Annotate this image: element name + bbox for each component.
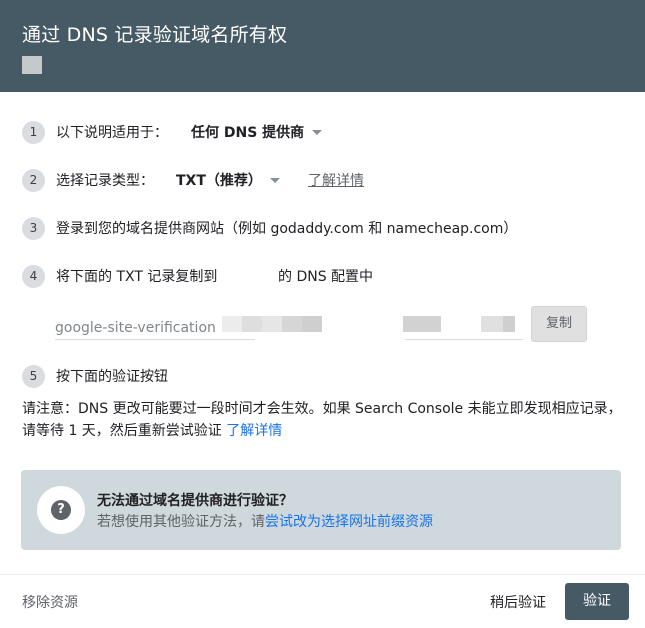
step-number: 4: [22, 265, 45, 288]
txt-record-value[interactable]: google-site-verification: [55, 320, 216, 336]
field-underline: [55, 339, 255, 340]
step-label: 选择记录类型：: [56, 173, 154, 189]
step-label: 按下面的验证按钮: [56, 369, 168, 385]
dropdown-value: TXT（推荐）: [176, 173, 262, 189]
alternative-description: 若想使用其他验证方法，请尝试改为选择网址前缀资源: [97, 511, 433, 531]
redacted-block: [282, 316, 302, 332]
redacted-block: [481, 316, 503, 332]
remove-property-button[interactable]: 移除资源: [22, 592, 78, 612]
step-label: 将下面的 TXT 记录复制到: [56, 269, 218, 285]
help-icon: ?: [51, 500, 71, 520]
step-2: 2 选择记录类型： TXT（推荐） 了解详情: [22, 168, 622, 194]
step-label: 登录到您的域名提供商网站（例如 godaddy.com 和 namecheap.…: [56, 221, 518, 237]
help-icon-circle: ?: [37, 486, 85, 534]
note-text: 请注意：DNS 更改可能要过一段时间才会生效。如果 Search Console…: [22, 401, 622, 439]
dialog-title: 通过 DNS 记录验证域名所有权: [22, 24, 288, 46]
redacted-block: [262, 316, 282, 332]
caret-down-icon: [312, 129, 323, 135]
dropdown-value: 任何 DNS 提供商: [191, 125, 305, 141]
step-1: 1 以下说明适用于： 任何 DNS 提供商: [22, 120, 622, 146]
redacted-block: [302, 316, 322, 332]
redacted-block: [503, 316, 515, 332]
propagation-note: 请注意：DNS 更改可能要过一段时间才会生效。如果 Search Console…: [22, 398, 622, 442]
dialog-header: 通过 DNS 记录验证域名所有权: [0, 0, 645, 92]
alternative-title: 无法通过域名提供商进行验证？: [97, 493, 293, 509]
txt-record-field: google-site-verification 复制: [55, 306, 595, 342]
step-number: 5: [22, 365, 45, 388]
step-number: 2: [22, 169, 45, 192]
alternative-method-box: ? 无法通过域名提供商进行验证？ 若想使用其他验证方法，请尝试改为选择网址前缀资…: [21, 470, 621, 550]
learn-more-link[interactable]: 了解详情: [308, 170, 364, 190]
verify-button[interactable]: 验证: [565, 583, 629, 620]
redacted-block: [242, 316, 262, 332]
caret-down-icon: [269, 177, 280, 183]
verify-later-button[interactable]: 稍后验证: [490, 592, 546, 612]
redacted-block: [222, 316, 242, 332]
url-prefix-link[interactable]: 尝试改为选择网址前缀资源: [265, 514, 433, 530]
step-5: 5 按下面的验证按钮: [22, 364, 622, 390]
note-learn-more-link[interactable]: 了解详情: [226, 423, 282, 439]
domain-name-redacted: [22, 56, 42, 74]
redacted-block: [403, 316, 441, 332]
copy-button[interactable]: 复制: [531, 306, 587, 342]
step-number: 1: [22, 121, 45, 144]
alternative-desc-text: 若想使用其他验证方法，请: [97, 514, 265, 530]
step-label-suffix: 的 DNS 配置中: [278, 269, 374, 285]
field-underline: [405, 339, 523, 340]
step-4: 4 将下面的 TXT 记录复制到 的 DNS 配置中: [22, 264, 622, 290]
step-number: 3: [22, 217, 45, 240]
record-type-dropdown[interactable]: TXT（推荐）: [176, 170, 280, 190]
step-label: 以下说明适用于：: [56, 125, 168, 141]
step-3: 3 登录到您的域名提供商网站（例如 godaddy.com 和 namechea…: [22, 216, 622, 242]
footer-divider: [0, 574, 645, 575]
dns-provider-dropdown[interactable]: 任何 DNS 提供商: [191, 122, 323, 142]
